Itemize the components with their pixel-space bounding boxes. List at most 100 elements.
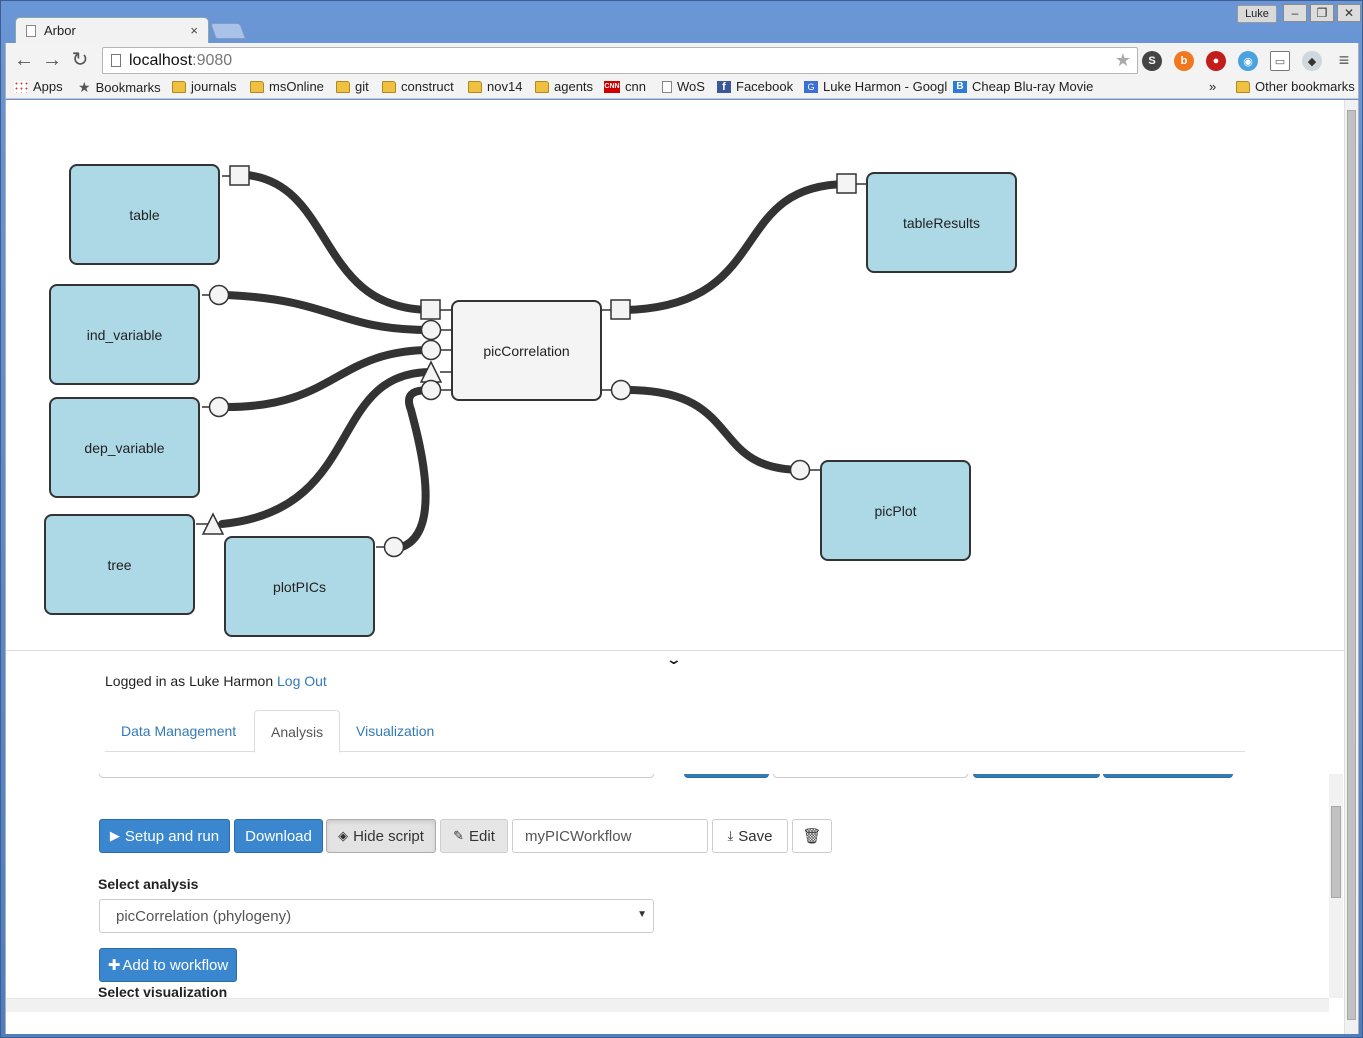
bookmark-construct[interactable]: construct — [382, 79, 454, 94]
edit-button[interactable]: ✎ Edit — [440, 819, 508, 853]
page-icon — [26, 24, 36, 37]
tab-visualization[interactable]: Visualization — [340, 710, 450, 752]
node-ind-variable[interactable]: ind_variable — [49, 284, 200, 385]
node-piccorrelation[interactable]: picCorrelation — [451, 300, 602, 401]
save-button[interactable]: ⤓ Save — [712, 819, 788, 853]
extension-s-icon[interactable]: S — [1142, 51, 1162, 71]
page-scroll-thumb[interactable] — [1347, 110, 1356, 1020]
eye-slash-icon: ◈ — [338, 828, 349, 843]
node-picplot[interactable]: picPlot — [820, 460, 971, 561]
page-scrollbar[interactable] — [1344, 100, 1358, 1034]
cast-icon[interactable]: ▭ — [1270, 51, 1290, 71]
bookmark-agents[interactable]: agents — [535, 79, 593, 94]
bookmarks-overflow[interactable]: » — [1209, 79, 1216, 94]
bookmark-cnn[interactable]: CNN cnn — [604, 79, 646, 94]
clipped-button — [684, 774, 769, 778]
folder-icon — [250, 80, 264, 93]
bookmark-bluray[interactable]: B Cheap Blu-ray Movie — [953, 79, 1093, 94]
horizontal-scrollbar[interactable] — [6, 998, 1329, 1012]
connection-ind-to-pic — [223, 291, 435, 334]
bookmark-journals[interactable]: journals — [172, 79, 237, 94]
pic-output-plot-port — [610, 379, 632, 401]
bookmark-facebook[interactable]: f Facebook — [717, 79, 793, 94]
plus-icon: ✚ — [107, 957, 121, 974]
bookmark-nov14[interactable]: nov14 — [468, 79, 522, 94]
trash-icon: 🗑 — [802, 828, 822, 845]
folder-icon — [336, 80, 350, 93]
node-dep-variable[interactable]: dep_variable — [49, 397, 200, 498]
folder-icon — [1236, 80, 1250, 93]
workflow-name-input[interactable]: myPICWorkflow — [512, 819, 708, 853]
clipped-input — [773, 774, 968, 778]
tab-title: Arbor — [44, 23, 76, 38]
connection-tree-to-pic — [218, 368, 435, 528]
reload-icon[interactable]: ↻ — [68, 49, 92, 71]
bookmark-other[interactable]: Other bookmarks — [1236, 79, 1355, 94]
close-window-button[interactable]: ✕ — [1337, 4, 1361, 22]
node-tableresults[interactable]: tableResults — [866, 172, 1017, 273]
address-bar[interactable]: localhost :9080 ★ — [102, 47, 1138, 74]
browser-tab-arbor[interactable]: Arbor × — [15, 17, 209, 43]
play-icon: ▶ — [109, 828, 120, 843]
connection-pic-to-tableresults — [623, 180, 851, 314]
panel-scrollbar[interactable] — [1329, 774, 1343, 998]
node-table[interactable]: table — [69, 164, 220, 265]
facebook-icon: f — [717, 80, 731, 93]
folder-icon — [172, 80, 186, 93]
plotpics-output-port — [383, 536, 405, 558]
download-icon: ⤓ — [727, 828, 734, 843]
bookmark-apps[interactable]: Apps — [14, 79, 63, 94]
browser-toolbar: ← → ↻ localhost :9080 ★ S b ● ◉ ▭ ◆ ≡ — [5, 43, 1359, 77]
new-tab-button[interactable] — [210, 23, 246, 39]
chevron-down-icon[interactable]: ⌄ — [666, 651, 682, 668]
add-to-workflow-button[interactable]: ✚ Add to workflow — [99, 948, 237, 982]
cnn-icon: CNN — [604, 80, 620, 93]
scholar-icon: G — [804, 80, 818, 93]
minimize-button[interactable]: – — [1283, 4, 1307, 22]
ind-output-port — [208, 284, 230, 306]
connection-plotpics-to-pic — [398, 386, 435, 551]
node-plotpics[interactable]: plotPICs — [224, 536, 375, 637]
apps-grid-icon — [14, 80, 28, 93]
delete-button[interactable]: 🗑 — [792, 819, 832, 853]
bookmark-msonline[interactable]: msOnline — [250, 79, 324, 94]
tab-data-management[interactable]: Data Management — [105, 710, 252, 752]
extension-ghost-icon[interactable]: ◉ — [1238, 51, 1258, 71]
browser-window: Arbor × Luke – ❐ ✕ ← → ↻ localhost :9080… — [0, 0, 1363, 1038]
connection-table-to-pic — [243, 171, 435, 314]
extension-b-icon[interactable]: b — [1174, 51, 1194, 71]
analysis-select-value: picCorrelation (phylogeny) — [116, 907, 292, 925]
close-tab-icon[interactable]: × — [190, 23, 198, 38]
b-icon: B — [953, 80, 967, 93]
extension-stop-icon[interactable]: ● — [1206, 51, 1226, 71]
node-tree[interactable]: tree — [44, 514, 195, 615]
page-content: table ind_variable dep_variable tree plo… — [5, 100, 1359, 1034]
bookmark-star-icon[interactable]: ★ — [1115, 50, 1131, 71]
maximize-button[interactable]: ❐ — [1310, 4, 1334, 22]
panel-scroll-thumb[interactable] — [1331, 806, 1341, 898]
page-icon — [111, 54, 121, 67]
hide-script-button[interactable]: ◈ Hide script — [326, 819, 436, 853]
bookmark-wos[interactable]: WoS — [662, 79, 705, 94]
back-arrow-icon[interactable]: ← — [12, 49, 36, 71]
table-output-port — [229, 165, 250, 186]
extension-shield-icon[interactable]: ◆ — [1302, 51, 1322, 71]
folder-icon — [382, 80, 396, 93]
setup-and-run-button[interactable]: ▶ Setup and run — [99, 819, 230, 853]
bookmark-bookmarks[interactable]: ★ Bookmarks — [78, 79, 161, 96]
title-bar: Arbor × Luke – ❐ ✕ — [1, 1, 1362, 43]
select-visualization-label: Select visualization — [98, 984, 228, 998]
bookmark-google-scholar[interactable]: G Luke Harmon - Googl — [804, 79, 947, 94]
pic-output-table-port — [610, 299, 631, 320]
analysis-select[interactable]: picCorrelation (phylogeny) ▼ — [99, 899, 654, 933]
login-status: Logged in as Luke Harmon Log Out — [105, 673, 327, 689]
profile-button[interactable]: Luke — [1237, 5, 1277, 23]
forward-arrow-icon[interactable]: → — [40, 49, 64, 71]
clipped-input — [99, 774, 654, 778]
menu-icon[interactable]: ≡ — [1332, 49, 1356, 71]
logout-link[interactable]: Log Out — [277, 673, 327, 689]
logged-in-text: Logged in as Luke Harmon — [105, 673, 274, 689]
bookmark-git[interactable]: git — [336, 79, 369, 94]
download-button[interactable]: Download — [234, 819, 323, 853]
tab-analysis[interactable]: Analysis — [254, 710, 341, 753]
